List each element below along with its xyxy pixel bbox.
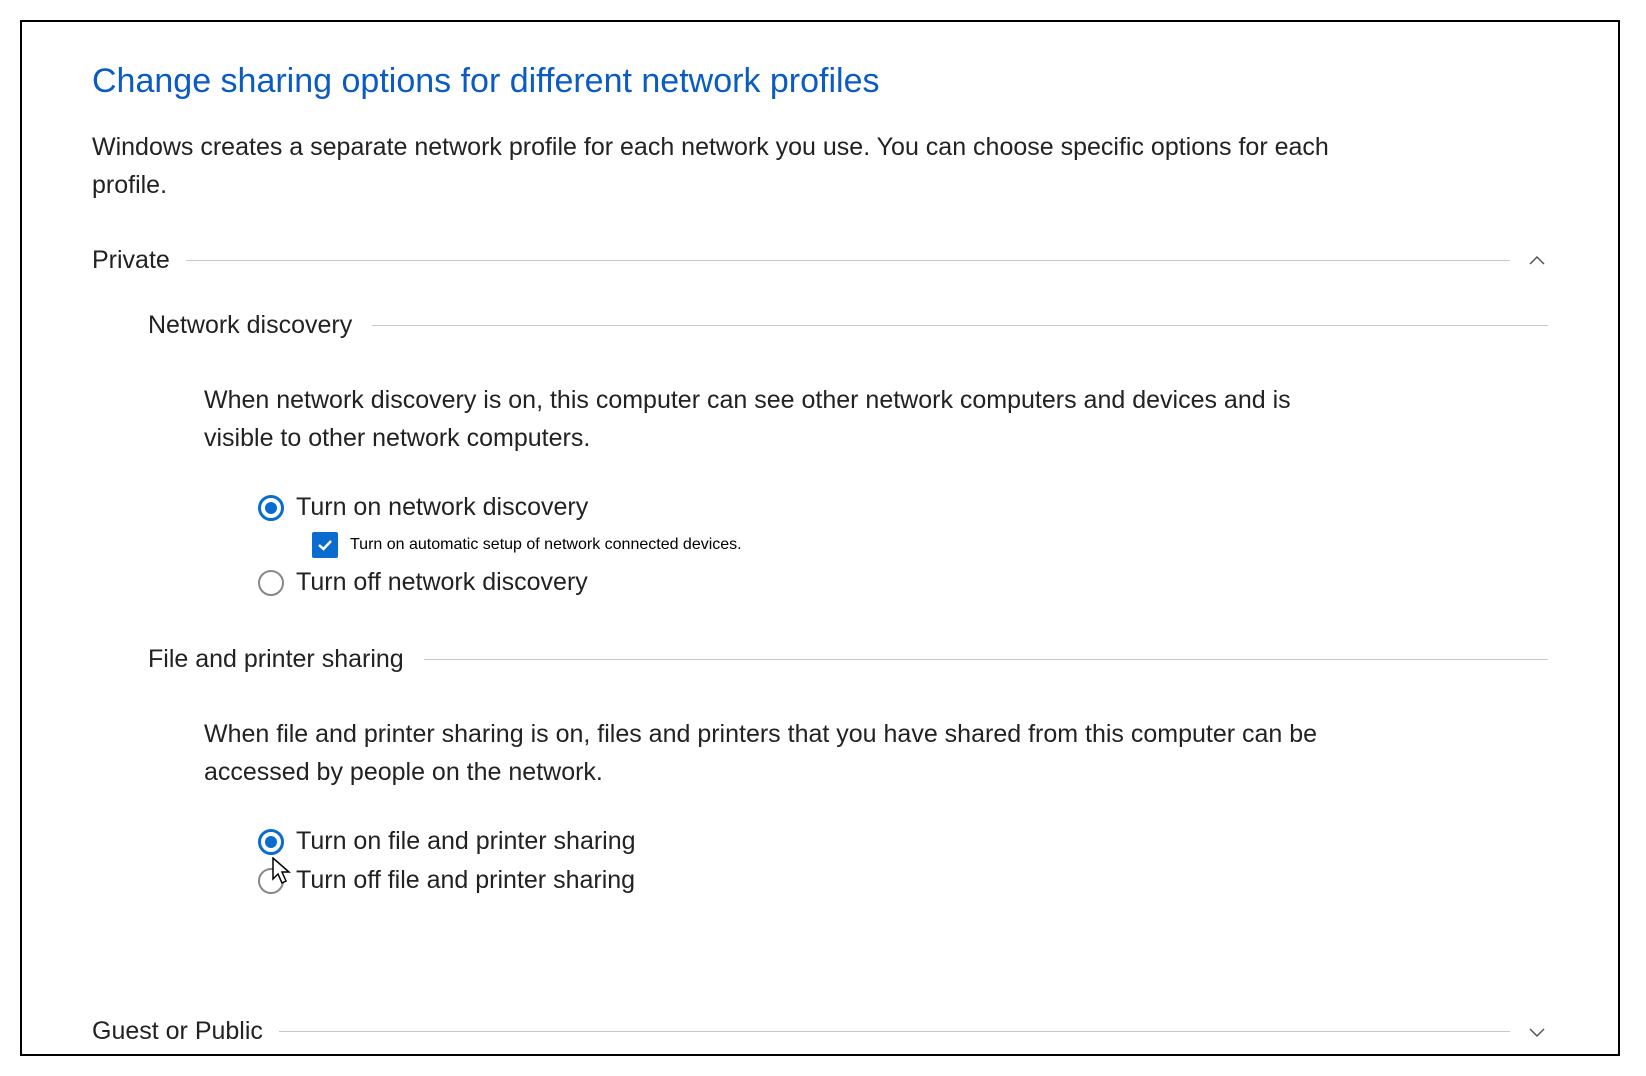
checkbox-icon	[312, 532, 338, 558]
radio-icon	[258, 829, 284, 855]
file-printer-options: Turn on file and printer sharing Turn of…	[258, 827, 1548, 895]
chevron-down-icon	[1526, 1021, 1548, 1043]
network-discovery-desc: When network discovery is on, this compu…	[204, 382, 1354, 457]
radio-file-printer-on[interactable]: Turn on file and printer sharing	[258, 827, 1548, 856]
advanced-sharing-panel: Change sharing options for different net…	[20, 20, 1620, 1056]
radio-network-discovery-on[interactable]: Turn on network discovery	[258, 493, 1548, 522]
network-discovery-label: Network discovery	[148, 311, 352, 340]
radio-icon	[258, 868, 284, 894]
subsection-file-printer-sharing: File and printer sharing When file and p…	[148, 645, 1548, 895]
checkbox-auto-setup[interactable]: Turn on automatic setup of network conne…	[312, 532, 1548, 558]
file-printer-label: File and printer sharing	[148, 645, 404, 674]
divider	[424, 659, 1548, 660]
radio-icon	[258, 570, 284, 596]
network-discovery-options: Turn on network discovery Turn on automa…	[258, 493, 1548, 597]
radio-icon	[258, 495, 284, 521]
section-header-guest-public[interactable]: Guest or Public	[92, 1017, 1548, 1054]
divider	[186, 260, 1510, 261]
chevron-up-icon	[1526, 250, 1548, 272]
radio-network-discovery-off[interactable]: Turn off network discovery	[258, 568, 1548, 597]
subheader-network-discovery: Network discovery	[148, 311, 1548, 340]
divider	[279, 1031, 1510, 1032]
section-guest-public-label: Guest or Public	[92, 1017, 263, 1046]
subheader-file-printer: File and printer sharing	[148, 645, 1548, 674]
page-subtitle: Windows creates a separate network profi…	[92, 129, 1392, 204]
divider	[372, 325, 1548, 326]
radio-label: Turn on network discovery	[296, 493, 588, 522]
page-title: Change sharing options for different net…	[92, 62, 1548, 101]
subsection-network-discovery: Network discovery When network discovery…	[148, 311, 1548, 597]
radio-file-printer-off[interactable]: Turn off file and printer sharing	[258, 866, 1548, 895]
radio-label: Turn on file and printer sharing	[296, 827, 636, 856]
radio-label: Turn off file and printer sharing	[296, 866, 635, 895]
section-private-label: Private	[92, 246, 170, 275]
checkbox-label: Turn on automatic setup of network conne…	[350, 536, 742, 554]
radio-label: Turn off network discovery	[296, 568, 588, 597]
section-header-private[interactable]: Private	[92, 246, 1548, 275]
file-printer-desc: When file and printer sharing is on, fil…	[204, 716, 1354, 791]
